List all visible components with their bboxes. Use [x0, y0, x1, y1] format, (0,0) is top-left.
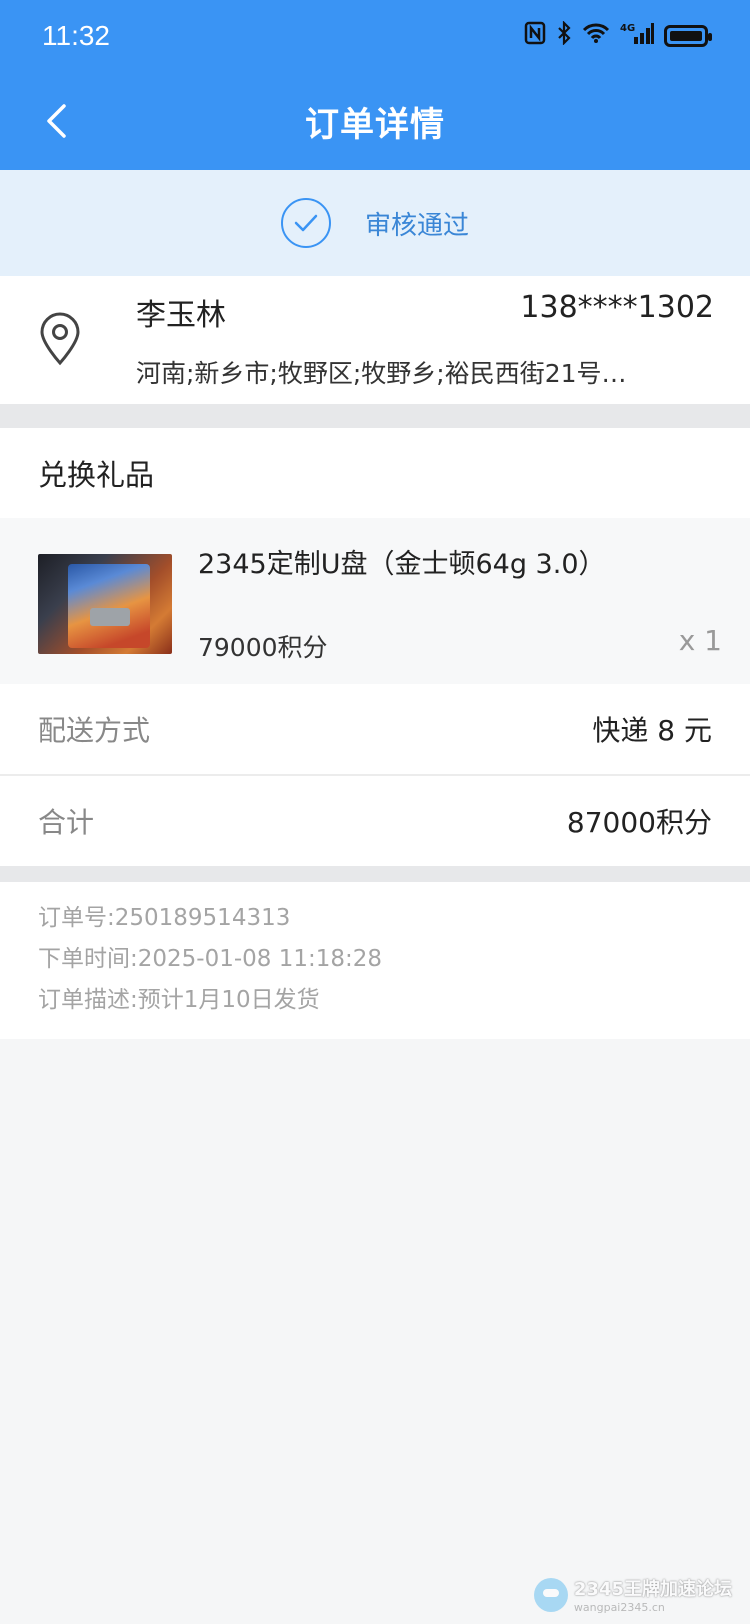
total-value: 87000积分: [566, 806, 712, 839]
wifi-icon: [582, 22, 610, 50]
bluetooth-icon: [556, 20, 572, 51]
gift-section-title: 兑换礼品: [0, 428, 750, 518]
product-points: 79000积分: [198, 633, 328, 662]
usb-stick-image: [90, 608, 130, 626]
address-detail: 河南;新乡市;牧野区;牧野乡;裕民西街21号…: [136, 359, 627, 388]
nav-bar: 订单详情: [0, 72, 750, 170]
status-text: 审核通过: [364, 210, 469, 241]
network-label: 4G: [620, 23, 635, 34]
total-label: 合计: [38, 806, 95, 839]
section-divider: [0, 866, 750, 882]
recipient-name: 李玉林: [136, 298, 226, 333]
order-number: 订单号:250189514313: [38, 905, 291, 931]
status-bar: 11:32 4G: [0, 0, 750, 72]
total-row: 合计 87000积分: [0, 776, 750, 866]
address-card[interactable]: 李玉林 138****1302 河南;新乡市;牧野区;牧野乡;裕民西街21号…: [0, 276, 750, 404]
product-quantity: x 1: [678, 624, 722, 657]
location-pin-icon: [38, 312, 82, 366]
section-divider: [0, 404, 750, 428]
recipient-phone: 138****1302: [520, 290, 714, 325]
check-circle-icon: [280, 198, 331, 248]
battery-icon: [664, 25, 712, 47]
delivery-label: 配送方式: [38, 714, 151, 747]
order-time: 下单时间:2025-01-08 11:18:28: [38, 946, 383, 972]
header: 11:32 4G 订单详情: [0, 0, 750, 170]
delivery-row: 配送方式 快递 8 元: [0, 684, 750, 774]
mascot-icon: [533, 1577, 568, 1612]
delivery-value: 快递 8 元: [592, 714, 712, 747]
status-banner: 审核通过: [0, 170, 750, 276]
status-icons: 4G: [524, 20, 712, 51]
product-package-image: [68, 564, 150, 648]
signal-icon: 4G: [620, 21, 654, 51]
watermark: 2345王牌加速论坛 wangpai2345.cn: [533, 1575, 732, 1614]
watermark-title: 2345王牌加速论坛: [573, 1579, 732, 1600]
product-image: [38, 554, 172, 654]
watermark-url: wangpai2345.cn: [573, 1601, 665, 1614]
product-item[interactable]: 2345定制U盘（金士顿64g 3.0） 79000积分 x 1: [0, 518, 750, 684]
page-title: 订单详情: [305, 104, 445, 145]
status-time: 11:32: [42, 20, 110, 51]
order-description: 订单描述:预计1月10日发货: [38, 987, 320, 1013]
product-name: 2345定制U盘（金士顿64g 3.0）: [198, 549, 606, 580]
chevron-left-icon[interactable]: [38, 103, 74, 139]
nfc-icon: [524, 21, 546, 51]
order-info: 订单号:250189514313 下单时间:2025-01-08 11:18:2…: [0, 882, 750, 1039]
